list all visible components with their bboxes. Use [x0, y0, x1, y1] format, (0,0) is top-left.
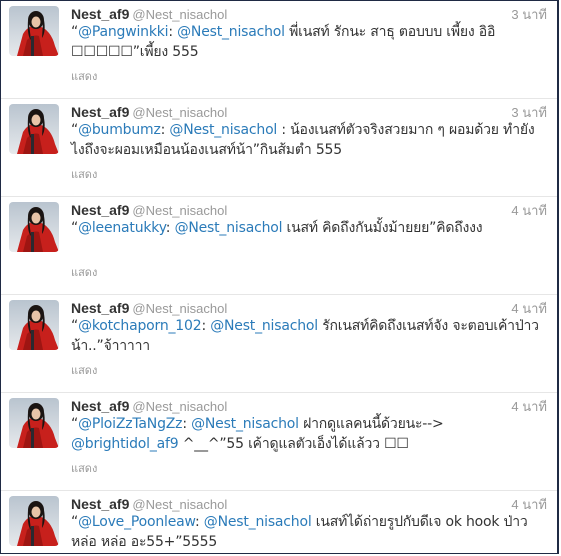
tweet-header: Nest_af9 @Nest_nisachol 3 นาที: [71, 4, 547, 24]
avatar-image: [9, 6, 59, 56]
tweet-username[interactable]: @Nest_nisachol: [132, 399, 227, 414]
tweet-item[interactable]: Nest_af9 @Nest_nisachol 3 นาที “@Pangwink…: [1, 1, 557, 99]
tweet-text-segment: :: [168, 24, 178, 40]
tweet-text-segment: “: [71, 220, 79, 236]
tweet-item[interactable]: Nest_af9 @Nest_nisachol 4 นาที “@kotchapo…: [1, 295, 557, 393]
avatar-image: [9, 496, 59, 546]
mention-link[interactable]: @Nest_nisachol: [204, 514, 312, 530]
tweet-header: Nest_af9 @Nest_nisachol 4 นาที: [71, 396, 547, 416]
tweet-fullname[interactable]: Nest_af9: [71, 300, 129, 316]
tweet-text-segment: :: [195, 514, 204, 530]
avatar[interactable]: [9, 496, 59, 546]
expand-link[interactable]: แสดง: [71, 361, 97, 379]
avatar-image: [9, 398, 59, 448]
tweet-text: “@Pangwinkki: @Nest_nisachol พี่เนสท์ รั…: [71, 22, 547, 62]
tweet-item[interactable]: Nest_af9 @Nest_nisachol 4 นาที “@Love_Poo…: [1, 491, 557, 553]
expand-link[interactable]: แสดง: [71, 165, 97, 183]
mention-link[interactable]: @PloiZzTaNgZz: [78, 416, 182, 432]
tweet-text-segment: ฝากดูแลคนนี้ด้วยนะ-->: [298, 416, 444, 432]
tweet-text-segment: :: [165, 220, 175, 236]
tweet-text-segment: “: [71, 318, 79, 334]
expand-link[interactable]: แสดง: [71, 67, 97, 85]
tweet-text-segment: :: [201, 318, 211, 334]
avatar[interactable]: [9, 202, 59, 252]
avatar-image: [9, 300, 59, 350]
mention-link[interactable]: @Pangwinkki: [78, 24, 168, 40]
tweet-text: “@kotchaporn_102: @Nest_nisachol รักเนสท…: [71, 316, 547, 356]
tweet-fullname[interactable]: Nest_af9: [71, 104, 129, 120]
expand-link[interactable]: แสดง: [71, 263, 97, 281]
tweet-fullname[interactable]: Nest_af9: [71, 6, 129, 22]
mention-link[interactable]: @Nest_nisachol: [169, 122, 277, 138]
mention-link[interactable]: @Nest_nisachol: [210, 318, 318, 334]
avatar-image: [9, 104, 59, 154]
mention-link[interactable]: @Nest_nisachol: [177, 24, 285, 40]
tweet-fullname[interactable]: Nest_af9: [71, 398, 129, 414]
tweet-text: “@leenatukky: @Nest_nisachol เนสท์ คิดถึ…: [71, 218, 547, 238]
tweet-text: “@bumbumz: @Nest_nisachol : น้องเนสท์ตัว…: [71, 120, 547, 160]
tweet-text-segment: “: [71, 122, 79, 138]
tweet-username[interactable]: @Nest_nisachol: [132, 7, 227, 22]
tweet-fullname[interactable]: Nest_af9: [71, 496, 129, 512]
tweet-header: Nest_af9 @Nest_nisachol 4 นาที: [71, 200, 547, 220]
tweet-text-segment: เนสท์ คิดถึงกันมั้งม้ายยย”คิดถึงงง: [282, 220, 483, 236]
mention-link[interactable]: @Nest_nisachol: [191, 416, 299, 432]
tweet-text-segment: “: [71, 416, 79, 432]
tweet-username[interactable]: @Nest_nisachol: [132, 203, 227, 218]
mention-link[interactable]: @kotchaporn_102: [78, 318, 202, 334]
avatar-image: [9, 202, 59, 252]
tweet-fullname[interactable]: Nest_af9: [71, 202, 129, 218]
avatar[interactable]: [9, 300, 59, 350]
tweet-text-segment: ^__^”55 เค้าดูแลตัวเอ็งได้แล้วว ☐☐: [178, 436, 409, 452]
tweet-text-segment: “: [71, 514, 79, 530]
mention-link[interactable]: @Love_Poonleaw: [78, 514, 195, 530]
tweet-username[interactable]: @Nest_nisachol: [132, 105, 227, 120]
tweet-text-segment: “: [71, 24, 79, 40]
tweet-header: Nest_af9 @Nest_nisachol 3 นาที: [71, 102, 547, 122]
tweet-text: “@PloiZzTaNgZz: @Nest_nisachol ฝากดูแลคน…: [71, 414, 547, 454]
tweet-username[interactable]: @Nest_nisachol: [132, 301, 227, 316]
mention-link[interactable]: @leenatukky: [78, 220, 166, 236]
mention-link[interactable]: @brightidol_af9: [71, 436, 179, 452]
tweet-username[interactable]: @Nest_nisachol: [132, 497, 227, 512]
tweet-item[interactable]: Nest_af9 @Nest_nisachol 3 นาที “@bumbumz:…: [1, 99, 557, 197]
tweet-text: “@Love_Poonleaw: @Nest_nisachol เนสท์ได้…: [71, 512, 547, 552]
tweet-header: Nest_af9 @Nest_nisachol 4 นาที: [71, 494, 547, 514]
avatar[interactable]: [9, 104, 59, 154]
tweet-item[interactable]: Nest_af9 @Nest_nisachol 4 นาที “@leenatuk…: [1, 197, 557, 295]
tweet-item[interactable]: Nest_af9 @Nest_nisachol 4 นาที “@PloiZzTa…: [1, 393, 557, 491]
avatar[interactable]: [9, 398, 59, 448]
mention-link[interactable]: @bumbumz: [78, 122, 161, 138]
tweet-timeline: Nest_af9 @Nest_nisachol 3 นาที “@Pangwink…: [0, 0, 559, 554]
expand-link[interactable]: แสดง: [71, 459, 97, 477]
tweet-text-segment: :: [182, 416, 192, 432]
mention-link[interactable]: @Nest_nisachol: [175, 220, 283, 236]
tweet-header: Nest_af9 @Nest_nisachol 4 นาที: [71, 298, 547, 318]
avatar[interactable]: [9, 6, 59, 56]
